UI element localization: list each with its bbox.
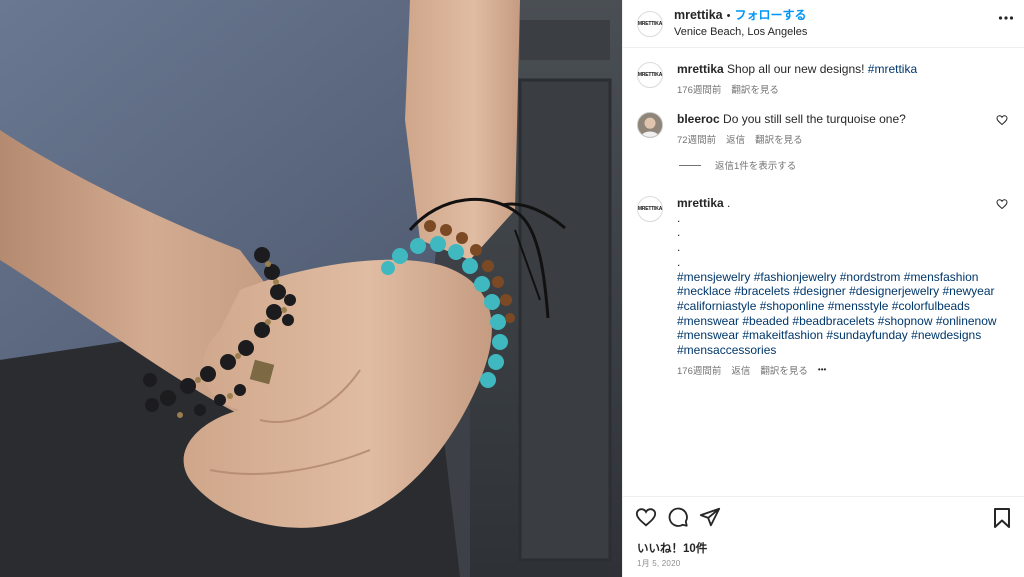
separator-dot: • (726, 10, 731, 22)
post-photo[interactable] (0, 0, 622, 577)
caption-item: MRETTIKA mrettika Shop all our new desig… (637, 62, 1010, 96)
location-link[interactable]: Venice Beach, Los Angeles (674, 24, 807, 40)
caption-meta: 176週間前 翻訳を見る (677, 82, 1010, 96)
dot-line: . (677, 210, 681, 225)
comment-translate-link[interactable]: 翻訳を見る (760, 363, 808, 377)
heart-icon[interactable] (635, 506, 657, 528)
comment-item: MRETTIKA mrettika . . . . . #mensjewelry… (637, 196, 1010, 377)
post-header: MRETTIKA mrettika • フォローする Venice Beach, L… (623, 0, 1024, 48)
comment-meta: 176週間前 返信 翻訳を見る ••• (677, 363, 1010, 377)
dot-line: . (677, 240, 681, 255)
comment-options-button[interactable]: ••• (818, 365, 826, 374)
caption-avatar[interactable]: MRETTIKA (637, 62, 663, 88)
likes-count[interactable]: いいね！10件 (623, 536, 1024, 556)
commenter-username[interactable]: bleeroc (677, 112, 720, 126)
header-text: mrettika • フォローする Venice Beach, Los Angele… (674, 7, 807, 40)
comment-item: bleeroc Do you still sell the turquoise … (637, 112, 1010, 146)
comment-translate-link[interactable]: 翻訳を見る (755, 132, 803, 146)
comment-bubble-icon[interactable] (667, 506, 689, 528)
comment-first-dot: . (727, 196, 731, 210)
action-bar (623, 496, 1024, 536)
caption-message: Shop all our new designs! (727, 62, 868, 76)
author-username[interactable]: mrettika (674, 8, 723, 22)
comment-time[interactable]: 176週間前 (677, 363, 721, 377)
hashtag-line[interactable]: #mensjewelry #fashionjewelry #nordstrom … (677, 270, 1010, 285)
caption-translate-link[interactable]: 翻訳を見る (731, 82, 779, 96)
hashtag-line[interactable]: #menswear #makeitfashion #sundayfunday #… (677, 328, 1010, 343)
view-replies-button[interactable]: 返信1件を表示する (679, 158, 1010, 172)
post-date: 1月 5, 2020 (637, 559, 681, 568)
view-replies-label: 返信1件を表示する (715, 161, 797, 172)
commenter-username[interactable]: mrettika (677, 196, 724, 210)
heart-icon[interactable] (996, 114, 1008, 126)
author-avatar[interactable]: MRETTIKA (637, 10, 663, 37)
follow-button[interactable]: フォローする (735, 8, 807, 22)
bracelets-photo-illustration (0, 0, 622, 577)
comments-list: MRETTIKA mrettika Shop all our new desig… (623, 48, 1024, 496)
hashtag-line[interactable]: #necklace #bracelets #designer #designer… (677, 284, 1010, 299)
hashtag-line[interactable]: #mensaccessories (677, 343, 1010, 358)
comment-text: mrettika . . . . . #mensjewelry #fashion… (677, 196, 1010, 358)
caption-body: mrettika Shop all our new designs! #mret… (677, 62, 1010, 96)
dot-line: . (677, 225, 681, 240)
hashtag-line[interactable]: #californiastyle #shoponline #mensstyle … (677, 299, 1010, 314)
post-side-panel: MRETTIKA mrettika • フォローする Venice Beach, L… (622, 0, 1024, 577)
caption-username[interactable]: mrettika (677, 62, 724, 76)
heart-icon[interactable] (996, 198, 1008, 210)
more-dots-icon[interactable] (998, 10, 1014, 31)
replies-line (679, 164, 701, 166)
caption-hashtag[interactable]: #mrettika (868, 62, 917, 76)
hashtag-line[interactable]: #menswear #beaded #beadbracelets #shopno… (677, 314, 1010, 329)
comment-time[interactable]: 72週間前 (677, 132, 716, 146)
dot-line: . (677, 254, 681, 269)
commenter-avatar[interactable] (637, 112, 663, 138)
bookmark-icon[interactable] (992, 507, 1012, 529)
post-modal: MRETTIKA mrettika • フォローする Venice Beach, L… (0, 0, 1024, 577)
face-photo-icon (638, 113, 662, 137)
commenter-avatar[interactable]: MRETTIKA (637, 196, 663, 222)
paper-plane-icon[interactable] (699, 506, 721, 528)
comment-body: mrettika . . . . . #mensjewelry #fashion… (677, 196, 1010, 377)
reply-button[interactable]: 返信 (726, 132, 745, 146)
reply-button[interactable]: 返信 (731, 363, 750, 377)
comment-message: Do you still sell the turquoise one? (723, 112, 906, 126)
caption-time[interactable]: 176週間前 (677, 82, 721, 96)
comment-text: bleeroc Do you still sell the turquoise … (677, 112, 1010, 127)
comment-body: bleeroc Do you still sell the turquoise … (677, 112, 1010, 146)
caption-text: mrettika Shop all our new designs! #mret… (677, 62, 1010, 77)
comment-meta: 72週間前 返信 翻訳を見る (677, 132, 1010, 146)
